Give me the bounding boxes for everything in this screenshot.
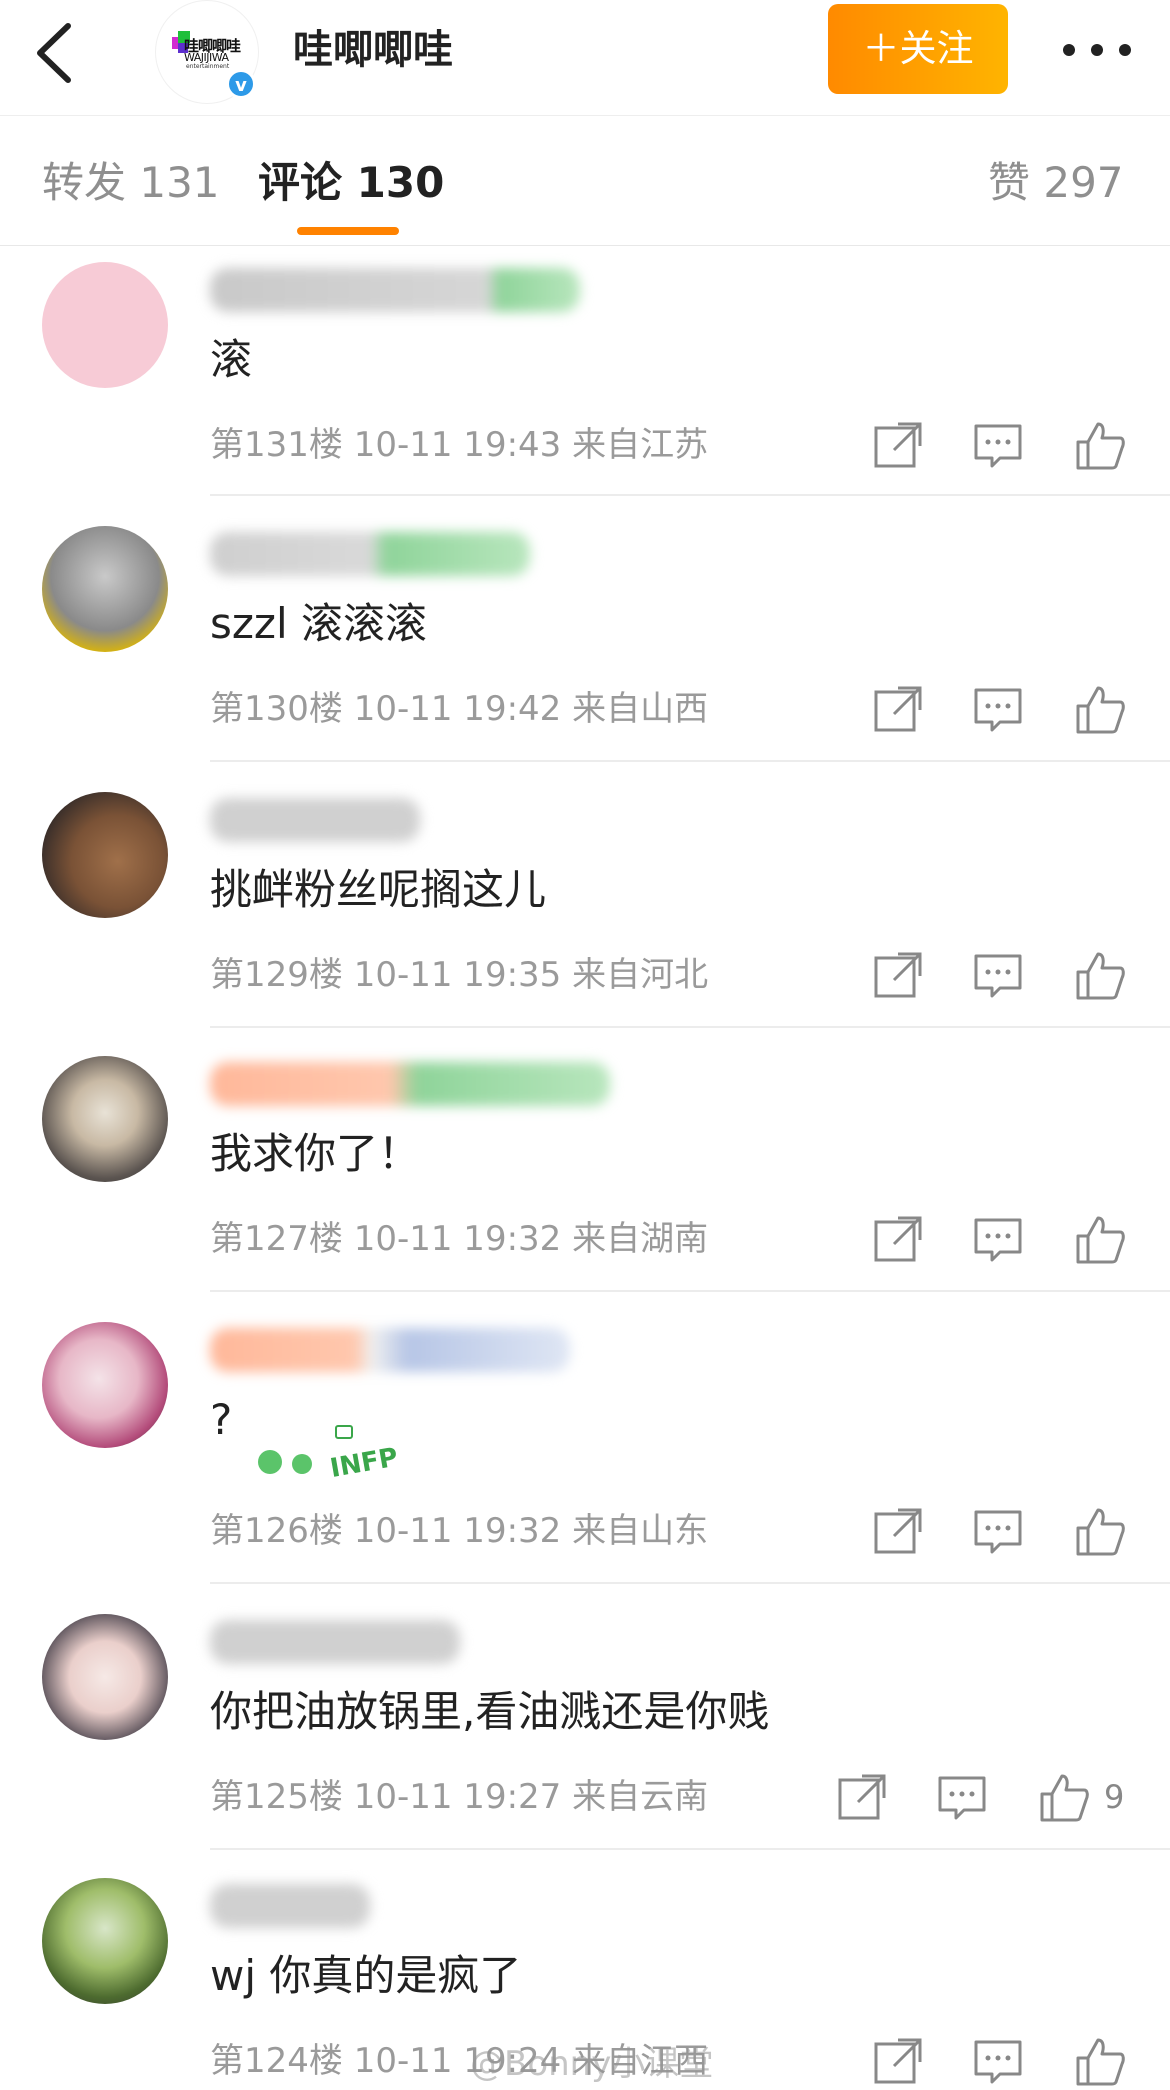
repost-icon[interactable] bbox=[870, 2034, 926, 2090]
comment-text: 滚 bbox=[210, 335, 253, 384]
reply-icon[interactable] bbox=[934, 1770, 990, 1826]
repost-icon[interactable] bbox=[870, 682, 926, 738]
username-blurred[interactable] bbox=[210, 798, 420, 842]
like-icon[interactable] bbox=[1072, 1212, 1128, 1268]
comment-meta: 第130楼 10-11 19:42 来自山西 bbox=[210, 689, 709, 729]
repost-icon[interactable] bbox=[870, 948, 926, 1004]
comment-text: 挑衅粉丝呢搁这儿 bbox=[210, 865, 547, 914]
comment-text: 我求你了！ bbox=[210, 1129, 421, 1178]
reply-icon[interactable] bbox=[970, 948, 1026, 1004]
username-blurred[interactable] bbox=[210, 1328, 570, 1372]
comment-meta: 第131楼 10-11 19:43 来自江苏 bbox=[210, 425, 709, 465]
comment-meta: 第125楼 10-11 19:27 来自云南 bbox=[210, 1777, 709, 1817]
user-avatar[interactable] bbox=[42, 1056, 168, 1182]
tab-reposts[interactable]: 转发 131 bbox=[42, 153, 220, 213]
user-avatar[interactable] bbox=[42, 792, 168, 918]
follow-button[interactable]: ＋关注 bbox=[828, 4, 1008, 94]
like-icon[interactable] bbox=[1036, 1770, 1092, 1826]
repost-icon[interactable] bbox=[834, 1770, 890, 1826]
divider bbox=[210, 1026, 1170, 1028]
user-avatar[interactable] bbox=[42, 1878, 168, 2004]
comment-meta: 第126楼 10-11 19:32 来自山东 bbox=[210, 1511, 709, 1551]
comment-text: 你把油放锅里,看油溅还是你贱 bbox=[210, 1687, 770, 1736]
like-icon[interactable] bbox=[1072, 2034, 1128, 2090]
comment-meta: 第129楼 10-11 19:35 来自河北 bbox=[210, 955, 709, 995]
divider bbox=[210, 1582, 1170, 1584]
reply-icon[interactable] bbox=[970, 682, 1026, 738]
repost-icon[interactable] bbox=[870, 1212, 926, 1268]
username-blurred[interactable] bbox=[210, 268, 580, 312]
like-icon[interactable] bbox=[1072, 418, 1128, 474]
active-tab-indicator bbox=[297, 227, 399, 235]
like-icon[interactable] bbox=[1072, 1504, 1128, 1560]
watermark: @Bonny小课堂 bbox=[470, 2044, 714, 2084]
account-logo: 哇唧唧哇 WAJIJIWA entertainment bbox=[164, 29, 256, 70]
svg-text:INFP: INFP bbox=[328, 1443, 400, 1480]
reply-icon[interactable] bbox=[970, 418, 1026, 474]
reply-icon[interactable] bbox=[970, 2034, 1026, 2090]
back-arrow-icon[interactable] bbox=[28, 18, 88, 88]
username-blurred[interactable] bbox=[210, 1620, 460, 1664]
comment-text: ? bbox=[210, 1395, 233, 1444]
divider bbox=[210, 760, 1170, 762]
user-avatar[interactable] bbox=[42, 1614, 168, 1740]
username-blurred[interactable] bbox=[210, 1884, 370, 1928]
user-avatar[interactable] bbox=[42, 1322, 168, 1448]
divider bbox=[210, 1848, 1170, 1850]
account-avatar[interactable]: 哇唧唧哇 WAJIJIWA entertainment v bbox=[155, 0, 259, 104]
verified-badge-icon: v bbox=[226, 69, 256, 99]
comment-text: szzl 滚滚滚 bbox=[210, 599, 427, 648]
comment-text: wj 你真的是疯了 bbox=[210, 1951, 522, 2000]
divider bbox=[210, 1290, 1170, 1292]
like-count: 9 bbox=[1104, 1778, 1125, 1816]
tab-bar: 转发 131 评论 130 赞 297 bbox=[0, 115, 1170, 246]
comment-meta: 第127楼 10-11 19:32 来自湖南 bbox=[210, 1219, 709, 1259]
username-blurred[interactable] bbox=[210, 1062, 610, 1106]
reply-icon[interactable] bbox=[970, 1212, 1026, 1268]
like-icon[interactable] bbox=[1072, 682, 1128, 738]
more-options-icon[interactable] bbox=[1058, 30, 1168, 70]
divider bbox=[210, 494, 1170, 496]
repost-icon[interactable] bbox=[870, 418, 926, 474]
tab-comments[interactable]: 评论 130 bbox=[258, 153, 444, 213]
username-blurred[interactable] bbox=[210, 532, 530, 576]
tab-likes[interactable]: 赞 297 bbox=[988, 153, 1124, 213]
account-name[interactable]: 哇唧唧哇 bbox=[293, 20, 453, 80]
reply-icon[interactable] bbox=[970, 1504, 1026, 1560]
user-avatar[interactable] bbox=[42, 262, 168, 388]
repost-icon[interactable] bbox=[870, 1504, 926, 1560]
user-avatar[interactable] bbox=[42, 526, 168, 652]
like-icon[interactable] bbox=[1072, 948, 1128, 1004]
top-bar: 哇唧唧哇 WAJIJIWA entertainment v 哇唧唧哇 ＋关注 bbox=[0, 0, 1170, 116]
infp-sticker-icon: INFP bbox=[258, 1425, 400, 1480]
